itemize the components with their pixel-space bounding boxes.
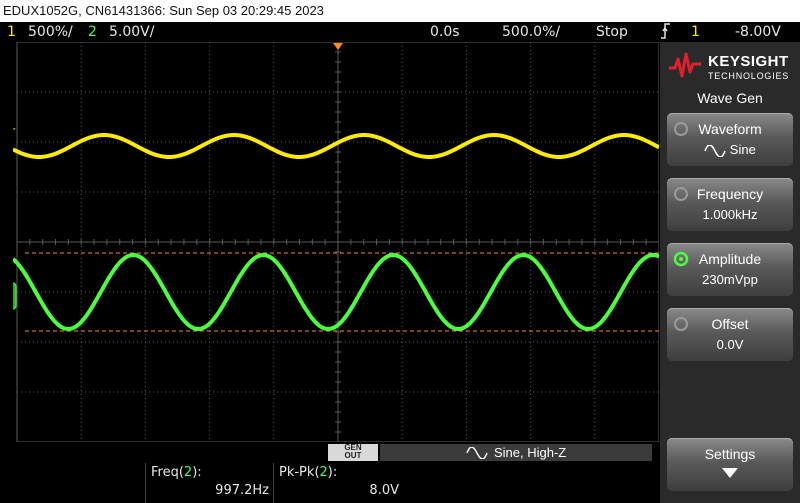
meas-label: Freq [151, 465, 179, 480]
graticule [16, 41, 660, 443]
softkey-label: Frequency [696, 186, 764, 202]
ch1-ground-marker: T 1 [7, 127, 16, 151]
trigger-position-marker [333, 43, 343, 50]
keysight-logo: KEYSIGHT TECHNOLOGIES [668, 50, 794, 84]
wavegen-message: Sine, High-Z [380, 444, 652, 461]
waveform-display[interactable]: T 1 2 [0, 41, 660, 443]
meas-value: 997.2Hz [215, 483, 269, 498]
ch2-number[interactable]: 2 [88, 22, 97, 42]
frequency-softkey[interactable]: Frequency 1.000kHz [667, 178, 793, 231]
softkey-label: Settings [704, 446, 756, 462]
softkey-label: Amplitude [698, 251, 762, 267]
time-delay[interactable]: 0.0s [430, 22, 460, 42]
time-scale[interactable]: 500.0%/ [502, 22, 560, 42]
down-arrow-icon [667, 467, 793, 482]
ch1-scale[interactable]: 500%/ [28, 22, 73, 42]
settings-softkey[interactable]: Settings [667, 438, 793, 491]
measurement-bar: Freq(2): 997.2Hz Pk-Pk(2): 8.0V [0, 463, 660, 503]
meas-label: Pk-Pk [279, 465, 315, 480]
softkey-value: 230mVpp [702, 272, 758, 287]
meas-channel: 2 [319, 465, 328, 480]
offset-softkey[interactable]: Offset 0.0V [667, 308, 793, 361]
wavegen-status-bar: GEN OUT Sine, High-Z [0, 443, 660, 463]
softkey-label: Waveform [698, 121, 762, 137]
softkey-label: Offset [711, 316, 749, 332]
status-bar: 1 500%/ 2 5.00V/ 0.0s 500.0%/ Stop 1 -8.… [0, 22, 800, 42]
brand-bottom: TECHNOLOGIES [708, 71, 790, 81]
ch2-scale[interactable]: 5.00V/ [109, 22, 154, 42]
ch1-waveform [12, 133, 660, 160]
trigger-level[interactable]: -8.00V [735, 22, 781, 42]
softkey-value: Sine [667, 142, 793, 158]
meas-value: 8.0V [369, 483, 399, 498]
ch1-number[interactable]: 1 [7, 22, 16, 42]
waveform-softkey[interactable]: Waveform Sine [667, 113, 793, 166]
pkpk-measurement[interactable]: Pk-Pk(2): 8.0V [273, 463, 404, 503]
sine-wave-icon [704, 143, 726, 158]
softkey-value: 0.0V [716, 337, 744, 352]
freq-measurement[interactable]: Freq(2): 997.2Hz [145, 463, 274, 503]
gen-out-indicator: GEN OUT [328, 444, 378, 461]
meas-channel: 2 [183, 465, 193, 480]
amplitude-softkey[interactable]: Amplitude 230mVpp [667, 243, 793, 296]
panel-title: Wave Gen [697, 90, 763, 106]
run-state[interactable]: Stop [596, 22, 628, 42]
trigger-channel[interactable]: 1 [691, 22, 700, 42]
brand-top: KEYSIGHT [708, 53, 789, 70]
sine-wave-icon [466, 447, 488, 459]
title-bar: EDUX1052G, CN61431366: Sun Sep 03 20:29:… [0, 0, 800, 22]
softkey-panel: KEYSIGHT TECHNOLOGIES Wave Gen Waveform … [660, 42, 800, 503]
ch2-ground-marker: 2 [0, 282, 17, 310]
title-text: EDUX1052G, CN61431366: Sun Sep 03 20:29:… [3, 3, 324, 18]
softkey-value: 1.000kHz [702, 207, 758, 222]
